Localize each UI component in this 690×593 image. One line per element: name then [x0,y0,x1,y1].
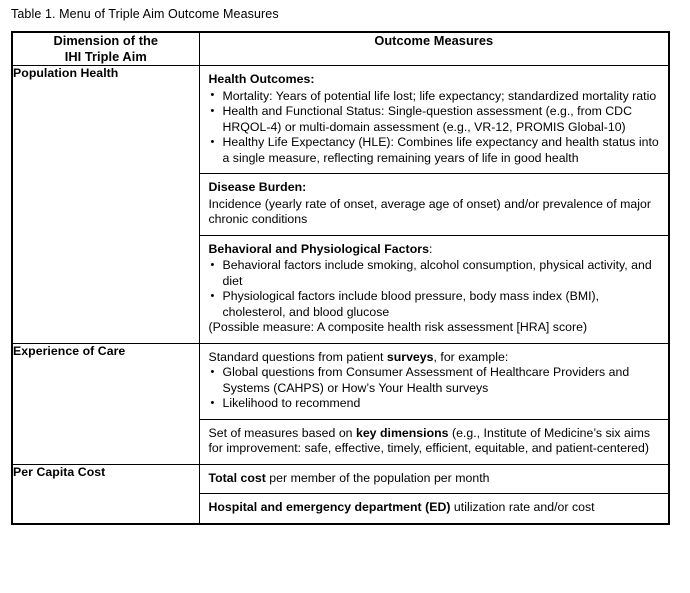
measure-block-row: Total cost per member of the population … [199,464,668,494]
lead-suffix: , for example: [433,349,509,364]
block-title: Health Outcomes: [208,72,315,86]
measure-block-row: Behavioral and Physiological Factors: Be… [200,235,669,343]
measure-block-behavioral-physiological-factors: Behavioral and Physiological Factors: Be… [200,235,669,343]
list-item: Behavioral factors include smoking, alco… [209,258,661,289]
measure-block-disease-burden: Disease Burden: Incidence (yearly rate o… [199,173,668,236]
lead-bold: key dimensions [355,425,449,440]
block-lead: Total cost per member of the population … [209,471,661,487]
measure-block-total-cost: Total cost per member of the population … [199,464,668,494]
measure-block-health-outcomes: Health Outcomes: Mortality: Years of pot… [199,66,668,174]
lead-bold: surveys [386,349,434,364]
bullet-list: Mortality: Years of potential life lost;… [209,88,661,167]
outcome-measures-table: Dimension of the IHI Triple Aim Outcome … [11,31,670,525]
table-caption: Table 1. Menu of Triple Aim Outcome Meas… [11,7,279,21]
block-body: Incidence (yearly rate of onset, average… [208,196,652,227]
outcome-measures-table-wrapper: Dimension of the IHI Triple Aim Outcome … [11,31,670,525]
lead-prefix: Set of measures based on [208,425,356,440]
measure-block-key-dimensions: Set of measures based on key dimensions … [200,419,669,464]
table-row: Per Capita Cost Total cost per member of… [11,463,670,524]
dimension-label: Experience of Care [13,343,126,358]
measures-subtable: Standard questions from patient surveys,… [199,343,669,464]
block-title: Behavioral and Physiological Factors: [209,242,661,258]
measure-block-row: Hospital and emergency department (ED) u… [200,494,669,523]
block-lead: Set of measures based on key dimensions … [209,426,661,457]
bullet-list: Behavioral factors include smoking, alco… [209,258,661,320]
list-item: Physiological factors include blood pres… [209,289,661,320]
header-cell-dimension: Dimension of the IHI Triple Aim [11,31,200,66]
bullet-list: Global questions from Consumer Assessmen… [209,365,661,412]
document-page: Table 1. Menu of Triple Aim Outcome Meas… [0,0,690,593]
header-dimension-line2: IHI Triple Aim [64,49,147,64]
measures-subtable: Total cost per member of the population … [199,464,669,523]
measures-cell-population-health: Health Outcomes: Mortality: Years of pot… [198,65,670,344]
list-item: Healthy Life Expectancy (HLE): Combines … [209,135,661,166]
lead-suffix: utilization rate and/or cost [450,500,595,514]
list-item: Mortality: Years of potential life lost;… [209,88,661,105]
dimension-label: Population Health [13,66,119,80]
list-item: Likelihood to recommend [209,396,661,412]
dimension-cell-experience-of-care: Experience of Care [11,342,200,465]
measure-block-row: Standard questions from patient surveys,… [199,343,668,420]
lead-bold: Hospital and emergency department (ED) [208,500,451,514]
header-dimension-line1: Dimension of the [53,33,159,48]
measure-block-row: Health Outcomes: Mortality: Years of pot… [199,66,668,174]
measures-subtable: Health Outcomes: Mortality: Years of pot… [199,66,669,343]
list-item: Global questions from Consumer Assessmen… [209,365,661,396]
header-outcome-measures-label: Outcome Measures [374,33,494,48]
measures-cell-experience-of-care: Standard questions from patient surveys,… [198,342,670,465]
dimension-label: Per Capita Cost [13,464,106,479]
table-row: Experience of Care Standard questions fr… [11,342,670,465]
lead-prefix: Standard questions from patient [208,349,387,364]
dimension-cell-population-health: Population Health [11,65,200,344]
measure-block-row: Disease Burden: Incidence (yearly rate o… [199,173,668,236]
lead-bold: Total cost [208,470,266,485]
block-title-bold: Behavioral and Physiological Factors [208,241,429,256]
measures-cell-per-capita-cost: Total cost per member of the population … [198,463,670,524]
block-title: Disease Burden: [208,180,307,194]
lead-suffix: per member of the population per month [265,470,490,485]
block-title-suffix: : [428,241,433,256]
header-cell-outcome-measures: Outcome Measures [198,31,670,66]
measure-block-row: Set of measures based on key dimensions … [200,419,669,464]
block-trailing-note: (Possible measure: A composite health ri… [208,320,588,334]
block-lead: Hospital and emergency department (ED) u… [209,500,661,516]
measure-block-patient-surveys: Standard questions from patient surveys,… [199,343,668,420]
table-row: Population Health Health Outcomes: Morta… [11,65,670,344]
measure-block-hospital-ed-utilization: Hospital and emergency department (ED) u… [200,494,669,523]
block-lead: Standard questions from patient surveys,… [209,350,661,366]
dimension-cell-per-capita-cost: Per Capita Cost [11,463,200,524]
list-item: Health and Functional Status: Single-que… [209,104,661,135]
table-header-row: Dimension of the IHI Triple Aim Outcome … [11,31,670,66]
